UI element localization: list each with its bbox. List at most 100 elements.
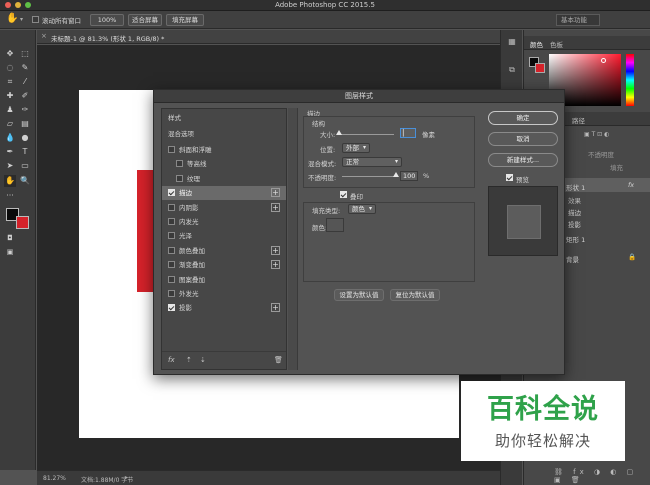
style-item[interactable]: 内阴影 +	[162, 201, 286, 215]
eraser-tool-icon[interactable]: ▱	[4, 118, 16, 130]
style-item-checkbox[interactable]	[168, 189, 175, 197]
style-item[interactable]: 颜色叠加 +	[162, 244, 286, 258]
cancel-button[interactable]: 取消	[488, 132, 558, 146]
quick-select-tool-icon[interactable]: ✎	[19, 62, 31, 74]
history-brush-tool-icon[interactable]: ✑	[19, 104, 31, 116]
style-item[interactable]: 描边 +	[162, 186, 286, 201]
history-panel-icon[interactable]: ▦	[506, 36, 518, 48]
tab-swatches[interactable]: 色板	[550, 39, 563, 49]
style-item-checkbox[interactable]	[168, 146, 175, 153]
move-tool-icon[interactable]: ✥	[4, 48, 16, 60]
layer-filter-icons[interactable]: ▣ T ⊡ ◐	[584, 131, 609, 138]
size-input[interactable]: ▏	[400, 128, 416, 138]
style-list-scrollbar[interactable]	[288, 108, 298, 370]
style-item[interactable]: 图案叠加	[162, 273, 286, 287]
add-effect-icon[interactable]: +	[271, 303, 280, 313]
fill-screen-button[interactable]: 填充屏幕	[166, 14, 204, 26]
layers-footer-icons[interactable]: ⛓ fx ◑ ◐ ▢ ▣ 🗑	[554, 468, 650, 484]
opacity-input[interactable]: 100	[400, 171, 418, 181]
style-item-checkbox[interactable]	[168, 203, 175, 211]
opacity-slider[interactable]	[342, 176, 396, 177]
layer-effect-stroke[interactable]: 描边	[568, 207, 581, 217]
overprint-checkbox[interactable]	[340, 191, 347, 198]
zoom-status[interactable]: 81.27%	[43, 475, 66, 482]
style-item[interactable]: 纹理	[162, 172, 286, 186]
style-item[interactable]: 内发光	[162, 215, 286, 229]
style-item-checkbox[interactable]	[168, 218, 175, 225]
properties-panel-icon[interactable]: ⧉	[506, 64, 518, 76]
rectangle-tool-icon[interactable]: ▭	[19, 160, 31, 172]
brush-tool-icon[interactable]: ✐	[19, 90, 31, 102]
eyedropper-tool-icon[interactable]: ⁄	[19, 76, 31, 88]
style-item[interactable]: 斜面和浮雕	[162, 143, 286, 157]
fx-menu-icon[interactable]: fx	[168, 356, 175, 364]
blend-mode-select[interactable]: 正常 ▾	[342, 157, 402, 167]
hand-tool-icon[interactable]: ✋	[6, 13, 18, 24]
preview-checkbox[interactable]	[506, 174, 513, 181]
path-select-tool-icon[interactable]: ➤	[4, 160, 16, 172]
gradient-tool-icon[interactable]: ▤	[19, 118, 31, 130]
layer-fx-badge[interactable]: fx	[628, 181, 634, 189]
reset-default-button[interactable]: 复位为默认值	[390, 289, 440, 301]
scroll-all-windows-checkbox[interactable]	[32, 16, 39, 23]
add-effect-icon[interactable]: +	[271, 260, 280, 270]
position-select[interactable]: 外部 ▾	[342, 143, 370, 153]
style-item[interactable]: 渐变叠加 +	[162, 258, 286, 272]
chevron-down-icon[interactable]: ▾	[20, 16, 23, 23]
stroke-color-swatch[interactable]	[326, 218, 344, 232]
background-color-swatch[interactable]	[16, 216, 29, 229]
document-tab-title[interactable]: 未标题-1 @ 81.3% (形状 1, RGB/8) *	[51, 33, 164, 43]
blur-tool-icon[interactable]: 💧	[4, 132, 16, 144]
style-item-checkbox[interactable]	[168, 304, 175, 312]
new-style-button[interactable]: 新建样式...	[488, 153, 558, 167]
close-icon[interactable]: ×	[41, 32, 47, 40]
styles-header[interactable]: 样式	[162, 111, 286, 125]
zoom-100-button[interactable]: 100%	[90, 14, 124, 26]
marquee-tool-icon[interactable]: ⬚	[19, 48, 31, 60]
style-item-checkbox[interactable]	[168, 290, 175, 297]
dodge-tool-icon[interactable]: ●	[19, 132, 31, 144]
more-tools-icon[interactable]: ···	[4, 190, 16, 202]
screen-mode-icon[interactable]: ▣	[4, 246, 16, 258]
add-effect-icon[interactable]: +	[271, 188, 280, 198]
tab-paths[interactable]: 路径	[572, 115, 585, 125]
style-item[interactable]: 光泽	[162, 229, 286, 243]
fill-type-select[interactable]: 颜色 ▾	[348, 204, 376, 214]
blend-options-item[interactable]: 混合选项	[162, 127, 286, 141]
stamp-tool-icon[interactable]: ♟	[4, 104, 16, 116]
lasso-tool-icon[interactable]: ◌	[4, 62, 16, 74]
move-up-icon[interactable]: ⇡	[186, 356, 192, 364]
healing-tool-icon[interactable]: ✚	[4, 90, 16, 102]
quick-mask-icon[interactable]: ◘	[4, 232, 16, 244]
type-tool-icon[interactable]: T	[19, 146, 31, 158]
size-slider-knob[interactable]	[336, 130, 342, 135]
add-effect-icon[interactable]: +	[271, 245, 280, 255]
hue-slider[interactable]	[626, 54, 634, 106]
panel-background-swatch[interactable]	[535, 63, 545, 73]
hand-tool-icon[interactable]: ✋	[4, 175, 16, 187]
crop-tool-icon[interactable]: ⌗	[4, 76, 16, 88]
ok-button[interactable]: 确定	[488, 111, 558, 125]
style-item-checkbox[interactable]	[168, 232, 175, 240]
tab-color[interactable]: 颜色	[530, 39, 543, 49]
workspace-switcher[interactable]: 基本功能	[556, 14, 600, 26]
style-item-checkbox[interactable]	[176, 160, 183, 168]
size-slider[interactable]	[338, 134, 394, 135]
style-item[interactable]: 外发光	[162, 287, 286, 301]
style-item[interactable]: 等高线	[162, 157, 286, 171]
style-item-checkbox[interactable]	[168, 261, 175, 269]
layer-effect-shadow[interactable]: 投影	[568, 219, 581, 229]
style-item-checkbox[interactable]	[168, 275, 175, 283]
style-item-checkbox[interactable]	[176, 174, 183, 182]
fit-screen-button[interactable]: 适合屏幕	[128, 14, 162, 26]
opacity-slider-knob[interactable]	[393, 172, 399, 177]
style-item[interactable]: 投影 +	[162, 301, 286, 315]
add-effect-icon[interactable]: +	[271, 202, 280, 212]
style-item-checkbox[interactable]	[168, 246, 175, 254]
trash-icon[interactable]: 🗑	[274, 356, 283, 364]
pen-tool-icon[interactable]: ✒	[4, 146, 16, 158]
move-down-icon[interactable]: ⇣	[200, 356, 206, 364]
set-default-button[interactable]: 设置为默认值	[334, 289, 384, 301]
zoom-tool-icon[interactable]: 🔍	[19, 175, 31, 187]
chevron-right-icon[interactable]: ▸	[125, 474, 128, 481]
